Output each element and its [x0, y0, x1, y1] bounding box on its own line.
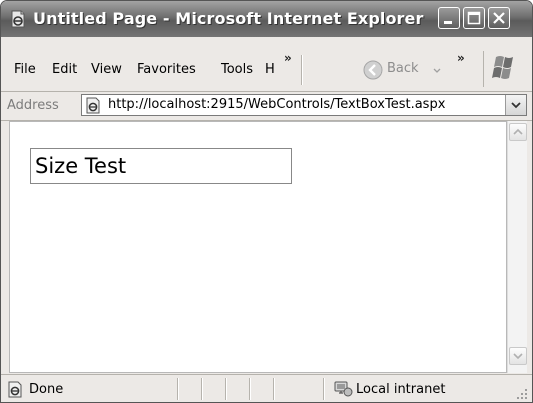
address-bar: Address http://localhost:2915/WebControl…: [1, 92, 532, 121]
window-title: Untitled Page - Microsoft Internet Explo…: [33, 9, 424, 28]
maximize-icon: [467, 11, 481, 25]
status-pane-divider: [177, 378, 178, 400]
menu-tools[interactable]: Tools: [221, 62, 253, 77]
back-label: Back: [387, 61, 419, 76]
menu-overflow-chevron[interactable]: »: [284, 51, 292, 65]
vertical-scrollbar[interactable]: [507, 121, 527, 373]
menu-file[interactable]: File: [14, 62, 36, 77]
local-intranet-icon: [333, 380, 353, 398]
status-pane-divider: [323, 378, 324, 400]
status-pane-divider: [273, 378, 274, 400]
minimize-button[interactable]: [438, 7, 460, 29]
maximize-button[interactable]: [463, 7, 485, 29]
address-dropdown-button[interactable]: [505, 95, 526, 115]
ie-page-icon: [7, 381, 24, 398]
resize-grip-icon[interactable]: [516, 388, 528, 400]
minimize-icon: [444, 21, 452, 24]
scroll-down-button[interactable]: [509, 347, 527, 365]
status-bar: Done Local intranet: [1, 374, 532, 402]
menu-bar: File Edit View Favorites Tools H » Back …: [1, 37, 532, 92]
windows-logo: [483, 51, 528, 87]
chevron-down-icon: [511, 102, 521, 109]
toolbar-separator: [301, 55, 302, 85]
status-pane-divider: [225, 378, 226, 400]
chevron-down-icon: [433, 68, 441, 73]
status-pane-divider: [201, 378, 202, 400]
ie-page-icon: [9, 10, 27, 28]
address-label: Address: [7, 98, 59, 113]
ie-page-icon: [85, 97, 102, 114]
browser-window: Untitled Page - Microsoft Internet Explo…: [0, 0, 533, 403]
toolbar-overflow-chevron[interactable]: »: [457, 51, 465, 65]
size-test-textbox[interactable]: [30, 148, 292, 184]
back-arrow-icon: [363, 60, 383, 80]
status-pane-divider: [249, 378, 250, 400]
close-button[interactable]: [488, 7, 510, 29]
address-url: http://localhost:2915/WebControls/TextBo…: [108, 97, 446, 112]
status-text: Done: [29, 382, 64, 397]
scroll-up-icon: [513, 128, 523, 135]
scroll-up-button[interactable]: [509, 123, 527, 141]
page-content: [9, 121, 507, 373]
title-bar[interactable]: Untitled Page - Microsoft Internet Explo…: [1, 1, 532, 37]
windows-flag-icon: [492, 56, 513, 79]
back-button[interactable]: Back: [361, 58, 445, 82]
security-zone-text: Local intranet: [356, 382, 446, 397]
address-field[interactable]: http://localhost:2915/WebControls/TextBo…: [81, 94, 527, 116]
scroll-down-icon: [513, 353, 523, 360]
menu-favorites[interactable]: Favorites: [137, 62, 196, 77]
menu-view[interactable]: View: [91, 62, 122, 77]
menu-help[interactable]: H: [265, 62, 275, 77]
menu-edit[interactable]: Edit: [52, 62, 77, 77]
close-icon: [493, 12, 505, 24]
